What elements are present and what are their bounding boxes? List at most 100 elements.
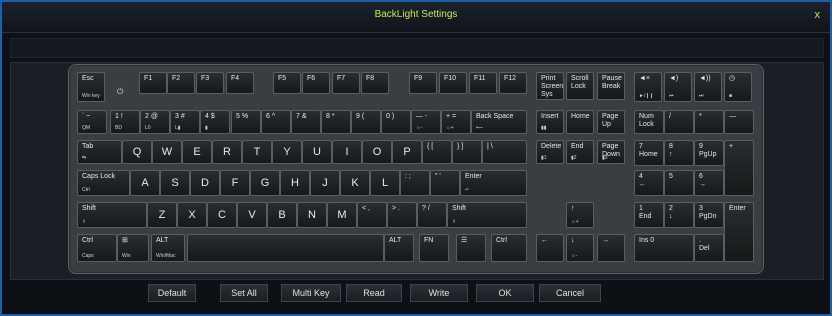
key-slash[interactable]: ? /	[417, 202, 447, 228]
key-num-0[interactable]: Ins 0	[634, 234, 694, 262]
ok-button[interactable]: OK	[476, 284, 534, 302]
key-end[interactable]: End ▮2	[566, 140, 594, 164]
default-button[interactable]: Default	[148, 284, 196, 302]
key-o[interactable]: O	[362, 140, 392, 164]
key-f2[interactable]: F2	[167, 72, 195, 94]
key-f11[interactable]: F11	[469, 72, 497, 94]
key-quote[interactable]: " '	[430, 170, 460, 196]
key-num-plus[interactable]: +	[724, 140, 754, 196]
key-pause-break[interactable]: Pause Break	[597, 72, 625, 100]
key-equals[interactable]: + = ☼+	[441, 110, 471, 134]
key-x[interactable]: X	[177, 202, 207, 228]
key-page-down[interactable]: Page Down ▮3	[597, 140, 625, 164]
key-2[interactable]: 2 @ L0	[140, 110, 170, 134]
key-0[interactable]: 0 )	[381, 110, 411, 134]
key-a[interactable]: A	[130, 170, 160, 196]
key-f9[interactable]: F9	[409, 72, 437, 94]
key-space[interactable]	[187, 234, 384, 262]
key-num-3[interactable]: 3 PgDn	[694, 202, 724, 228]
key-m[interactable]: M	[327, 202, 357, 228]
key-z[interactable]: Z	[147, 202, 177, 228]
key-c[interactable]: C	[207, 202, 237, 228]
key-esc[interactable]: Esc Win key	[77, 72, 105, 102]
key-9[interactable]: 9 (	[351, 110, 381, 134]
set-all-button[interactable]: Set All	[220, 284, 268, 302]
key-h[interactable]: H	[280, 170, 310, 196]
key-l[interactable]: L	[370, 170, 400, 196]
key-f8[interactable]: F8	[361, 72, 389, 94]
key-rctrl[interactable]: Ctrl	[491, 234, 527, 262]
key-v[interactable]: V	[237, 202, 267, 228]
key-vol-down[interactable]: ◄) ⏮	[664, 72, 692, 102]
key-f7[interactable]: F7	[332, 72, 360, 94]
key-num-6[interactable]: 6 →	[694, 170, 724, 196]
key-arrow-down[interactable]: ↓ ☼-	[566, 234, 594, 262]
key-f4[interactable]: F4	[226, 72, 254, 94]
key-caps-lock[interactable]: Caps Lock Ctrl	[77, 170, 130, 196]
key-arrow-left[interactable]: ←	[536, 234, 564, 262]
key-num-7[interactable]: 7 Home	[634, 140, 664, 166]
key-menu[interactable]: ☰	[456, 234, 486, 262]
key-mute[interactable]: ◄× ►/❙❙	[634, 72, 662, 102]
key-3[interactable]: 3 # L▮	[170, 110, 200, 134]
key-arrow-up[interactable]: ↑ ☼+	[566, 202, 594, 228]
key-f6[interactable]: F6	[302, 72, 330, 94]
multi-key-button[interactable]: Multi Key	[281, 284, 341, 302]
key-rbracket[interactable]: } ]	[452, 140, 482, 164]
key-num-1[interactable]: 1 End	[634, 202, 664, 228]
key-num-5[interactable]: 5	[664, 170, 694, 196]
key-8[interactable]: 8 *	[321, 110, 351, 134]
key-scroll-lock[interactable]: Scroll Lock	[566, 72, 594, 100]
key-7[interactable]: 7 &	[291, 110, 321, 134]
key-num-lock[interactable]: Num Lock	[634, 110, 664, 134]
key-4[interactable]: 4 $ ▮	[200, 110, 230, 134]
key-5[interactable]: 5 %	[231, 110, 261, 134]
write-button[interactable]: Write	[410, 284, 468, 302]
key-vol-up[interactable]: ◄)) ⏭	[694, 72, 722, 102]
key-f[interactable]: F	[220, 170, 250, 196]
key-num-slash[interactable]: /	[664, 110, 694, 134]
key-num-star[interactable]: *	[694, 110, 724, 134]
key-e[interactable]: E	[182, 140, 212, 164]
key-delete[interactable]: Delete ▮1	[536, 140, 564, 164]
read-button[interactable]: Read	[346, 284, 402, 302]
key-home[interactable]: Home	[566, 110, 594, 134]
key-semicolon[interactable]: : ;	[400, 170, 430, 196]
key-num-9[interactable]: 9 PgUp	[694, 140, 724, 166]
key-f1[interactable]: F1	[139, 72, 167, 94]
key-num-enter[interactable]: Enter	[724, 202, 754, 262]
key-ralt[interactable]: ALT	[384, 234, 414, 262]
key-lalt[interactable]: ALT Win/Mac	[151, 234, 185, 262]
key-f12[interactable]: F12	[499, 72, 527, 94]
cancel-button[interactable]: Cancel	[539, 284, 601, 302]
key-minus[interactable]: — - ☼-	[411, 110, 441, 134]
key-num-4[interactable]: 4 ←	[634, 170, 664, 196]
key-k[interactable]: K	[340, 170, 370, 196]
key-insert[interactable]: Insert ▮▮	[536, 110, 564, 134]
key-backtick[interactable]: ` ~ QM	[77, 110, 107, 134]
key-g[interactable]: G	[250, 170, 280, 196]
key-w[interactable]: W	[152, 140, 182, 164]
key-num-minus[interactable]: —	[724, 110, 754, 134]
key-j[interactable]: J	[310, 170, 340, 196]
key-print-screen[interactable]: Print Screen Sys Rq	[536, 72, 564, 100]
key-lbracket[interactable]: { [	[422, 140, 452, 164]
key-num-dot[interactable]: . Del	[694, 234, 724, 262]
key-u[interactable]: U	[302, 140, 332, 164]
key-1[interactable]: 1 ! BD	[110, 110, 140, 134]
key-q[interactable]: Q	[122, 140, 152, 164]
key-tab[interactable]: Tab ⇆	[77, 140, 122, 164]
key-lshift[interactable]: Shift ⇧	[77, 202, 147, 228]
key-lwin[interactable]: ⊞ Win	[117, 234, 149, 262]
key-num-2[interactable]: 2 ↓	[664, 202, 694, 228]
key-r[interactable]: R	[212, 140, 242, 164]
key-f10[interactable]: F10	[439, 72, 467, 94]
key-p[interactable]: P	[392, 140, 422, 164]
key-comma[interactable]: < ,	[357, 202, 387, 228]
key-backslash[interactable]: | \	[482, 140, 527, 164]
key-s[interactable]: S	[160, 170, 190, 196]
key-t[interactable]: T	[242, 140, 272, 164]
key-f5[interactable]: F5	[273, 72, 301, 94]
key-d[interactable]: D	[190, 170, 220, 196]
key-enter[interactable]: Enter ↵	[460, 170, 527, 196]
